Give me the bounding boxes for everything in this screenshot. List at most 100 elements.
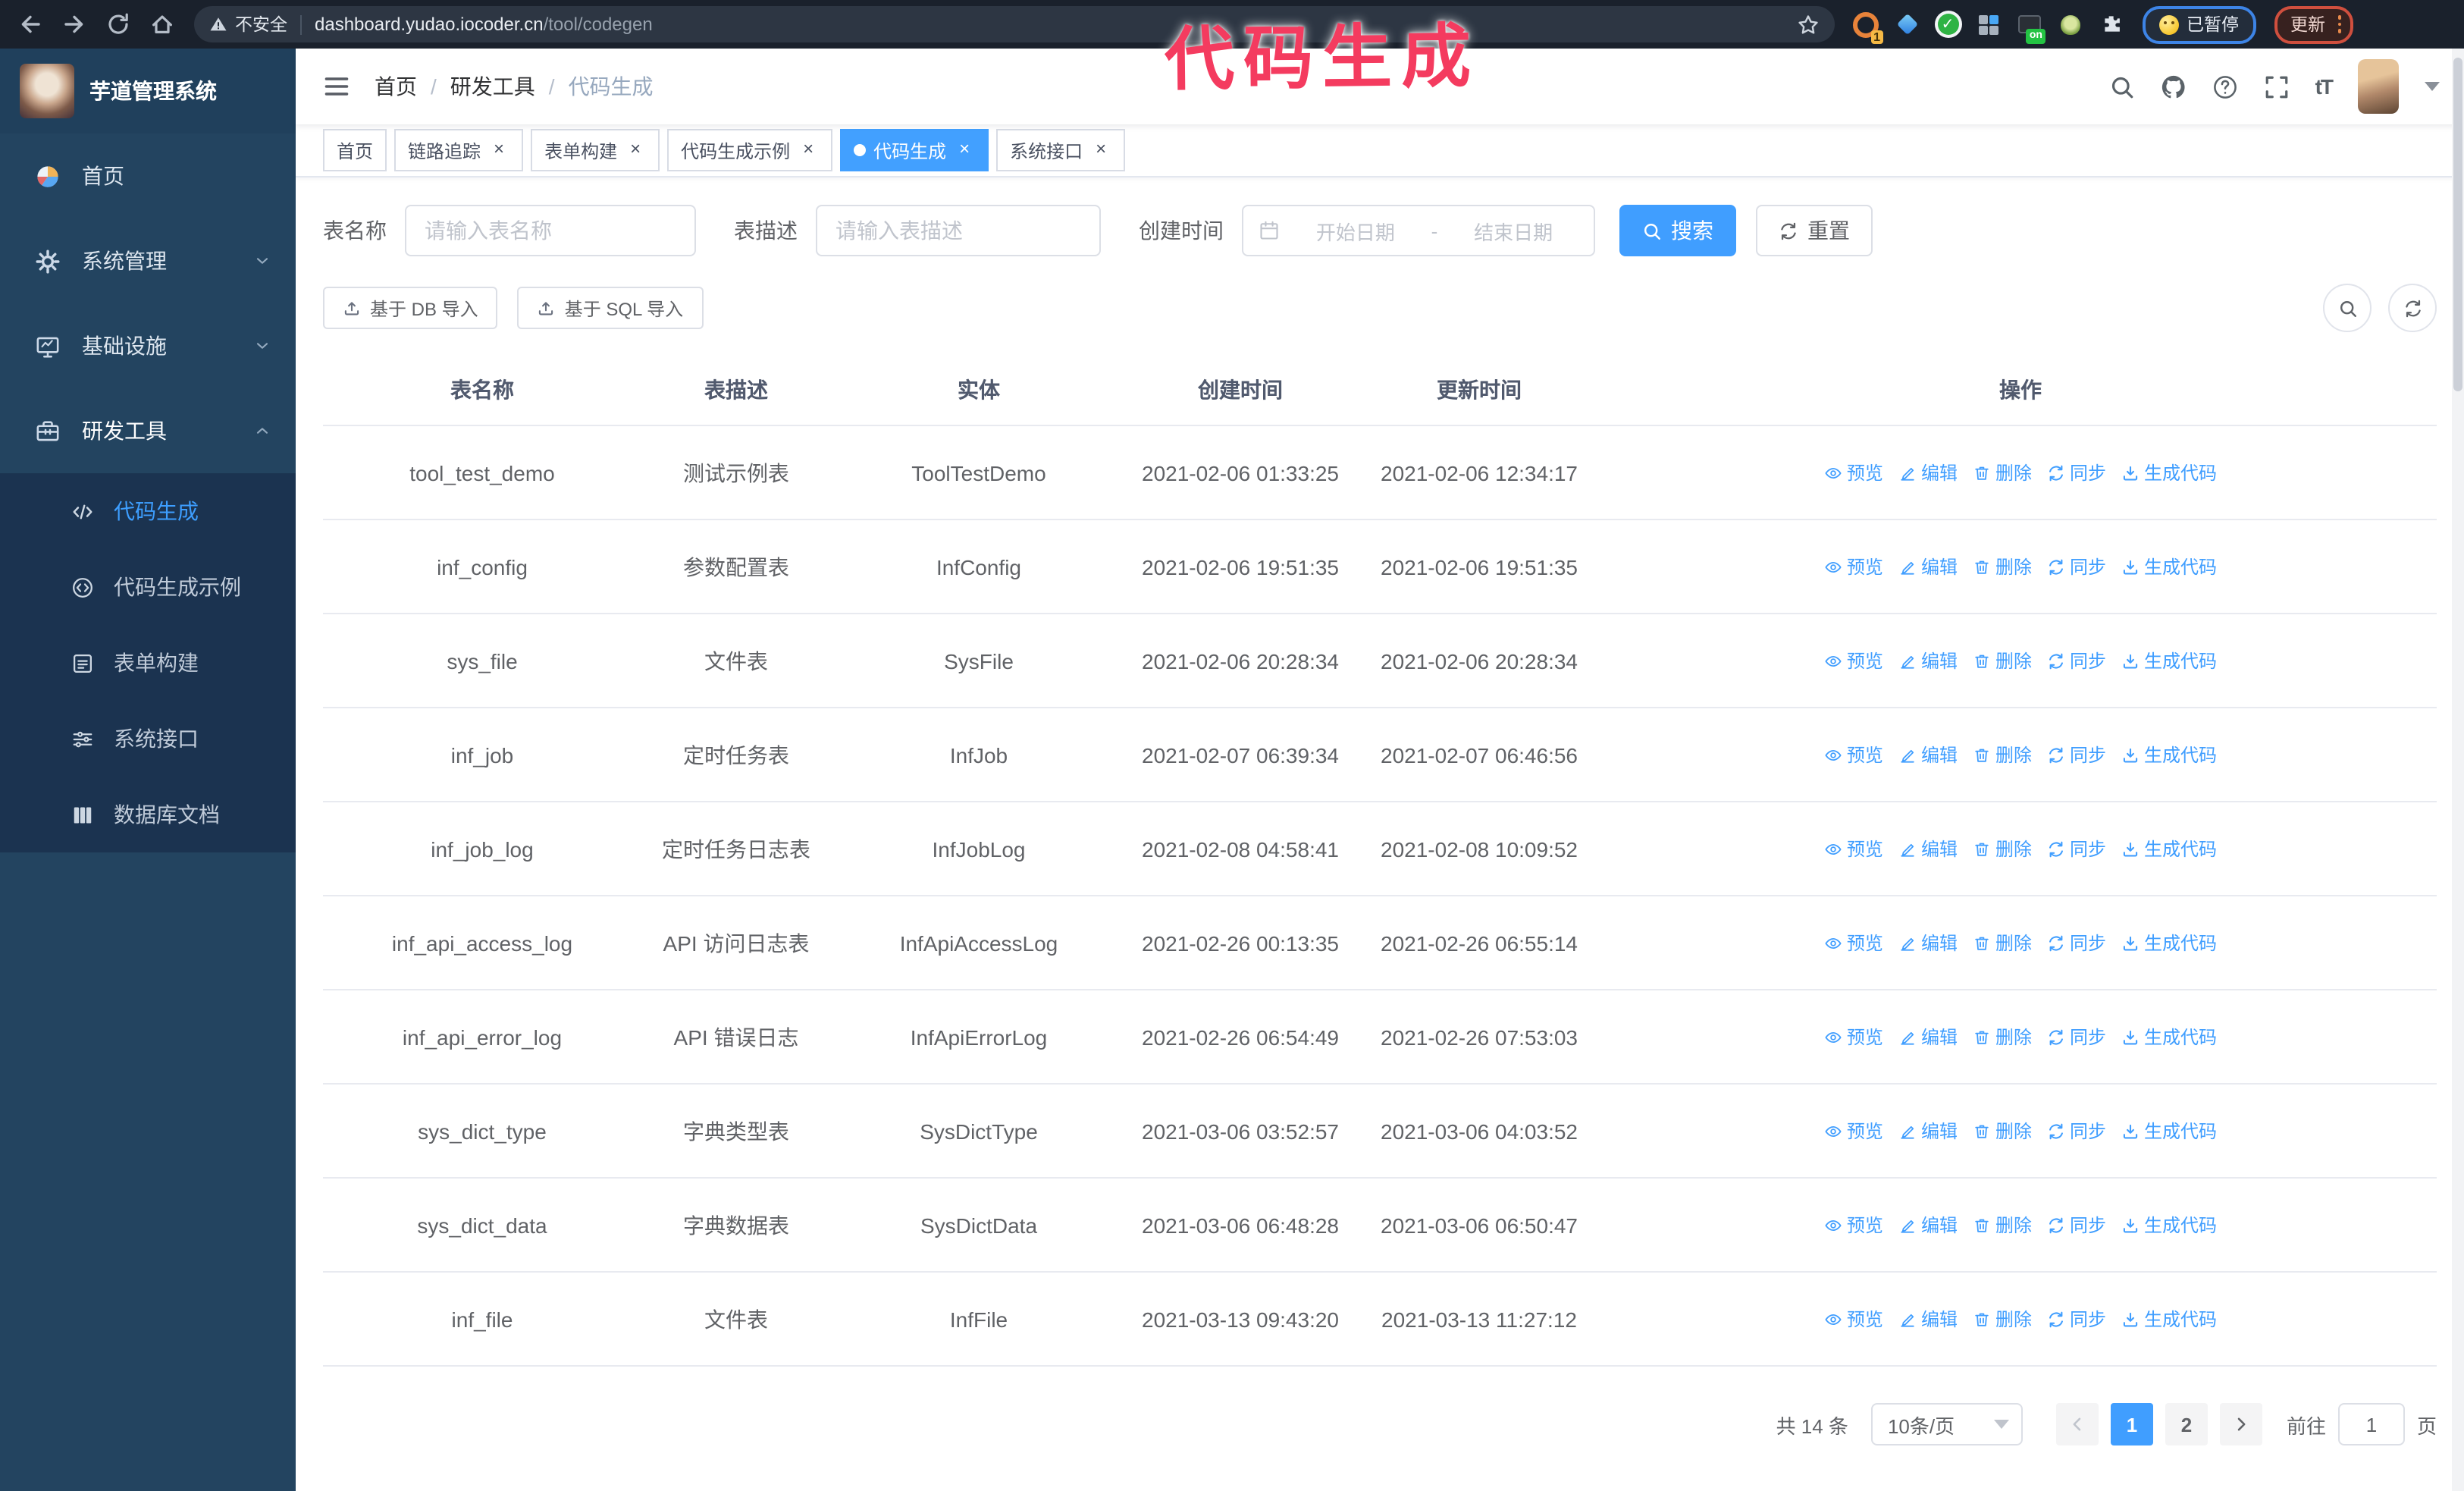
row-action-delete[interactable]: 删除 [1973, 1024, 2032, 1050]
row-action-preview[interactable]: 预览 [1824, 930, 1883, 956]
row-action-preview[interactable]: 预览 [1824, 1118, 1883, 1144]
bookmark-star-icon[interactable] [1797, 13, 1820, 36]
update-chip[interactable]: 更新 [2274, 5, 2353, 43]
page-size-select[interactable]: 10条/页 [1870, 1403, 2023, 1445]
import-sql-button[interactable]: 基于 SQL 导入 [517, 287, 704, 329]
row-action-edit[interactable]: 编辑 [1898, 742, 1958, 767]
sidebar-item-system-api[interactable]: 系统接口 [0, 701, 296, 777]
row-action-generate[interactable]: 生成代码 [2121, 554, 2217, 579]
tab-链路追踪[interactable]: 链路追踪 × [394, 129, 524, 171]
browser-forward-icon[interactable] [62, 12, 86, 36]
sidebar-item-system-admin[interactable]: 系统管理 [0, 218, 296, 303]
row-action-preview[interactable]: 预览 [1824, 554, 1883, 579]
row-action-sync[interactable]: 同步 [2047, 460, 2106, 485]
row-action-edit[interactable]: 编辑 [1898, 1024, 1958, 1050]
row-action-generate[interactable]: 生成代码 [2121, 1118, 2217, 1144]
extensions-puzzle-icon[interactable] [2099, 11, 2124, 37]
sidebar-item-dev-tools[interactable]: 研发工具 [0, 388, 296, 473]
row-action-generate[interactable]: 生成代码 [2121, 742, 2217, 767]
row-action-preview[interactable]: 预览 [1824, 460, 1883, 485]
tab-表单构建[interactable]: 表单构建 × [531, 129, 660, 171]
row-action-delete[interactable]: 删除 [1973, 930, 2032, 956]
extension-icon-orange-ring[interactable]: 1 [1853, 11, 1883, 43]
page-button-1[interactable]: 1 [2110, 1403, 2153, 1445]
extension-icon-grid[interactable] [1976, 11, 2002, 37]
hamburger-icon[interactable] [323, 73, 350, 100]
row-action-delete[interactable]: 删除 [1973, 648, 2032, 673]
date-range-picker[interactable]: 开始日期 - 结束日期 [1242, 205, 1595, 256]
row-action-delete[interactable]: 删除 [1973, 742, 2032, 767]
extension-icon-dark-on[interactable]: on [2017, 11, 2045, 43]
row-action-delete[interactable]: 删除 [1973, 460, 2032, 485]
row-action-sync[interactable]: 同步 [2047, 836, 2106, 862]
tag-close-icon[interactable]: × [625, 139, 646, 161]
tab-代码生成[interactable]: 代码生成 × [840, 129, 989, 171]
row-action-preview[interactable]: 预览 [1824, 1306, 1883, 1332]
row-action-generate[interactable]: 生成代码 [2121, 648, 2217, 673]
row-action-sync[interactable]: 同步 [2047, 1212, 2106, 1238]
tab-代码生成示例[interactable]: 代码生成示例 × [667, 129, 833, 171]
next-page-button[interactable] [2219, 1403, 2262, 1445]
row-action-edit[interactable]: 编辑 [1898, 1306, 1958, 1332]
row-action-sync[interactable]: 同步 [2047, 1024, 2106, 1050]
sidebar-item-codegen[interactable]: 代码生成 [0, 473, 296, 549]
row-action-generate[interactable]: 生成代码 [2121, 930, 2217, 956]
tag-close-icon[interactable]: × [1090, 139, 1111, 161]
sidebar-item-home[interactable]: 首页 [0, 133, 296, 218]
table-name-input[interactable] [405, 205, 696, 256]
prev-page-button[interactable] [2055, 1403, 2099, 1445]
search-button[interactable]: 搜索 [1619, 205, 1736, 256]
fullscreen-icon[interactable] [2264, 74, 2290, 99]
row-action-delete[interactable]: 删除 [1973, 1118, 2032, 1144]
row-action-preview[interactable]: 预览 [1824, 648, 1883, 673]
tag-close-icon[interactable]: × [954, 139, 975, 161]
row-action-generate[interactable]: 生成代码 [2121, 1024, 2217, 1050]
refresh-table-button[interactable] [2388, 284, 2437, 332]
row-action-sync[interactable]: 同步 [2047, 554, 2106, 579]
row-action-edit[interactable]: 编辑 [1898, 836, 1958, 862]
toggle-search-button[interactable] [2323, 284, 2372, 332]
row-action-preview[interactable]: 预览 [1824, 1212, 1883, 1238]
table-desc-input[interactable] [816, 205, 1101, 256]
row-action-edit[interactable]: 编辑 [1898, 930, 1958, 956]
row-action-edit[interactable]: 编辑 [1898, 648, 1958, 673]
scrollbar-thumb[interactable] [2453, 58, 2462, 391]
address-bar[interactable]: 不安全 dashboard.yudao.iocoder.cn /tool/cod… [194, 6, 1835, 42]
extension-icon-blue-diamond[interactable] [1894, 11, 1920, 37]
row-action-preview[interactable]: 预览 [1824, 1024, 1883, 1050]
row-action-sync[interactable]: 同步 [2047, 1306, 2106, 1332]
sidebar-item-infrastructure[interactable]: 基础设施 [0, 303, 296, 388]
row-action-generate[interactable]: 生成代码 [2121, 1306, 2217, 1332]
sidebar-item-db-doc[interactable]: 数据库文档 [0, 777, 296, 852]
sidebar-item-form-builder[interactable]: 表单构建 [0, 625, 296, 701]
row-action-preview[interactable]: 预览 [1824, 836, 1883, 862]
row-action-sync[interactable]: 同步 [2047, 930, 2106, 956]
row-action-delete[interactable]: 删除 [1973, 554, 2032, 579]
row-action-sync[interactable]: 同步 [2047, 648, 2106, 673]
browser-reload-icon[interactable] [106, 12, 130, 36]
tab-系统接口[interactable]: 系统接口 × [996, 129, 1126, 171]
row-action-sync[interactable]: 同步 [2047, 1118, 2106, 1144]
font-size-icon[interactable]: tT [2315, 74, 2334, 99]
scrollbar[interactable] [2452, 49, 2464, 1491]
extension-icon-green-check[interactable]: ✓ [1935, 11, 1961, 37]
row-action-edit[interactable]: 编辑 [1898, 1118, 1958, 1144]
row-action-delete[interactable]: 删除 [1973, 836, 2032, 862]
browser-home-icon[interactable] [150, 12, 174, 36]
row-action-sync[interactable]: 同步 [2047, 742, 2106, 767]
row-action-delete[interactable]: 删除 [1973, 1212, 2032, 1238]
goto-page-input[interactable] [2337, 1403, 2405, 1445]
breadcrumb-devtools[interactable]: 研发工具 [450, 71, 535, 102]
row-action-generate[interactable]: 生成代码 [2121, 460, 2217, 485]
chevron-down-icon[interactable] [2425, 82, 2440, 91]
tag-close-icon[interactable]: × [798, 139, 819, 161]
tag-close-icon[interactable]: × [488, 139, 509, 161]
tab-首页[interactable]: 首页 [323, 129, 387, 171]
row-action-delete[interactable]: 删除 [1973, 1306, 2032, 1332]
row-action-generate[interactable]: 生成代码 [2121, 1212, 2217, 1238]
extension-icon-green-monkey[interactable] [2058, 11, 2083, 37]
paused-chip[interactable]: 已暂停 [2143, 5, 2256, 43]
search-icon[interactable] [2109, 74, 2135, 99]
row-action-edit[interactable]: 编辑 [1898, 1212, 1958, 1238]
kebab-menu-icon[interactable] [2337, 15, 2341, 33]
